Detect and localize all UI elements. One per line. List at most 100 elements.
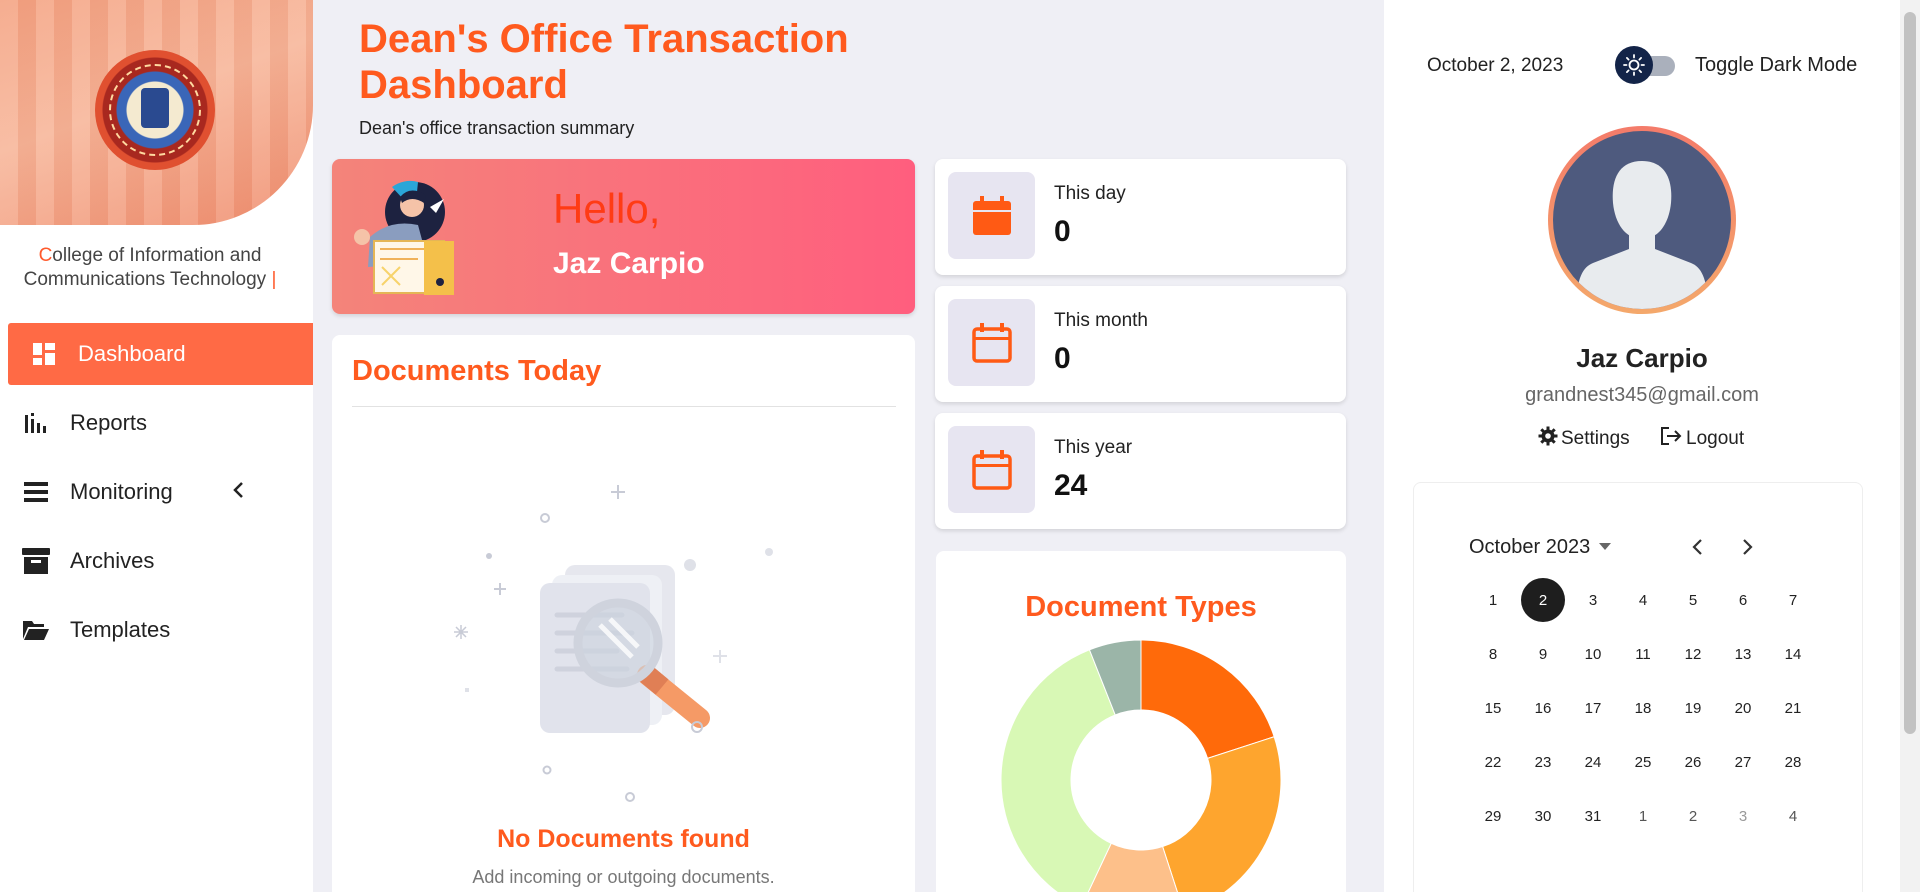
calendar-day[interactable]: 19 bbox=[1671, 686, 1715, 730]
stat-card-month: This month 0 bbox=[935, 286, 1346, 402]
greeting-card: Hello, Jaz Carpio bbox=[332, 159, 915, 314]
calendar-day[interactable]: 24 bbox=[1571, 740, 1615, 784]
calendar: October 2023 1 2 3 4 5 6 7 8 9 10 11 12 … bbox=[1413, 482, 1863, 892]
chevron-right-icon[interactable] bbox=[1735, 535, 1759, 559]
greeting-illustration bbox=[354, 180, 454, 295]
sidebar-item-label: Reports bbox=[70, 410, 148, 435]
documents-today-title: Documents Today bbox=[352, 355, 602, 387]
right-panel: October 2, 2023 Toggle Dark Mode Jaz Car… bbox=[1384, 0, 1900, 892]
logout-label: Logout bbox=[1686, 428, 1745, 449]
college-logo bbox=[95, 50, 215, 170]
sun-icon bbox=[1615, 46, 1653, 84]
calendar-day[interactable]: 12 bbox=[1671, 632, 1715, 676]
archive-icon bbox=[22, 548, 50, 574]
logout-link[interactable]: Logout bbox=[1660, 426, 1744, 452]
document-types-title: Document Types bbox=[1025, 591, 1257, 623]
sidebar-item-archives[interactable]: Archives bbox=[0, 530, 313, 592]
settings-link[interactable]: Settings bbox=[1538, 426, 1630, 452]
empty-state-subtitle: Add incoming or outgoing documents. bbox=[472, 867, 775, 887]
dashboard-icon bbox=[30, 341, 58, 367]
calendar-day[interactable]: 11 bbox=[1621, 632, 1665, 676]
calendar-icon bbox=[948, 299, 1035, 386]
calendar-day[interactable]: 10 bbox=[1571, 632, 1615, 676]
calendar-day-grid: 1 2 3 4 5 6 7 8 9 10 11 12 13 14 15 16 1… bbox=[1468, 578, 1818, 838]
donut-slice-0[interactable] bbox=[1140, 639, 1275, 759]
page-scrollbar[interactable] bbox=[1900, 0, 1920, 892]
empty-documents-illustration bbox=[454, 485, 773, 802]
calendar-day[interactable]: 6 bbox=[1721, 578, 1765, 622]
current-date: October 2, 2023 bbox=[1427, 55, 1564, 76]
settings-label: Settings bbox=[1561, 428, 1630, 449]
calendar-day-next-month[interactable]: 3 bbox=[1721, 794, 1765, 838]
stat-value: 0 bbox=[1054, 342, 1071, 375]
page-title: Dean's Office Transaction Dashboard bbox=[359, 17, 849, 107]
calendar-day-next-month[interactable]: 1 bbox=[1621, 794, 1665, 838]
calendar-day[interactable]: 25 bbox=[1621, 740, 1665, 784]
calendar-day[interactable]: 3 bbox=[1571, 578, 1615, 622]
sidebar-item-reports[interactable]: Reports bbox=[0, 392, 313, 454]
calendar-day[interactable]: 31 bbox=[1571, 794, 1615, 838]
sidebar-item-templates[interactable]: Templates bbox=[0, 599, 313, 661]
calendar-icon bbox=[948, 426, 1035, 513]
calendar-day[interactable]: 5 bbox=[1671, 578, 1715, 622]
divider bbox=[352, 406, 896, 407]
stat-label: This day bbox=[1054, 183, 1126, 204]
sidebar-item-label: Monitoring bbox=[70, 479, 173, 504]
donut-slice-1[interactable] bbox=[1162, 736, 1282, 892]
chevron-left-icon[interactable] bbox=[1686, 535, 1710, 559]
calendar-day[interactable]: 8 bbox=[1471, 632, 1515, 676]
stat-card-day: This day 0 bbox=[935, 159, 1346, 275]
calendar-day[interactable]: 28 bbox=[1771, 740, 1815, 784]
college-name-initial: C bbox=[38, 245, 53, 266]
calendar-day[interactable]: 26 bbox=[1671, 740, 1715, 784]
calendar-day[interactable]: 20 bbox=[1721, 686, 1765, 730]
sidebar-item-label: Archives bbox=[70, 548, 155, 573]
sidebar-item-monitoring[interactable]: Monitoring bbox=[0, 461, 313, 523]
calendar-month-label[interactable]: October 2023 bbox=[1469, 536, 1590, 559]
stat-value: 0 bbox=[1054, 215, 1071, 248]
donut-slice-3[interactable] bbox=[1000, 649, 1116, 892]
bar-chart-icon bbox=[22, 410, 50, 436]
calendar-day[interactable]: 7 bbox=[1771, 578, 1815, 622]
calendar-day-next-month[interactable]: 4 bbox=[1771, 794, 1815, 838]
calendar-day-selected[interactable]: 2 bbox=[1521, 578, 1565, 622]
college-name-line2: Communications Technology bbox=[23, 269, 267, 290]
calendar-day[interactable]: 14 bbox=[1771, 632, 1815, 676]
folder-open-icon bbox=[22, 617, 50, 643]
calendar-day[interactable]: 23 bbox=[1521, 740, 1565, 784]
calendar-day[interactable]: 13 bbox=[1721, 632, 1765, 676]
calendar-day[interactable]: 9 bbox=[1521, 632, 1565, 676]
calendar-day[interactable]: 30 bbox=[1521, 794, 1565, 838]
logout-icon bbox=[1660, 426, 1682, 452]
calendar-day-next-month[interactable]: 2 bbox=[1671, 794, 1715, 838]
caret-down-icon[interactable] bbox=[1599, 543, 1611, 550]
user-silhouette-icon bbox=[1575, 161, 1709, 309]
calendar-day[interactable]: 16 bbox=[1521, 686, 1565, 730]
sidebar-item-label: Templates bbox=[70, 617, 171, 642]
gear-icon bbox=[1538, 426, 1558, 452]
calendar-day[interactable]: 29 bbox=[1471, 794, 1515, 838]
calendar-day[interactable]: 27 bbox=[1721, 740, 1765, 784]
calendar-day[interactable]: 22 bbox=[1471, 740, 1515, 784]
profile-email: grandnest345@gmail.com bbox=[1525, 384, 1759, 406]
stat-label: This month bbox=[1054, 310, 1148, 331]
sidebar-item-dashboard[interactable]: Dashboard bbox=[8, 323, 313, 385]
college-banner bbox=[0, 0, 313, 225]
sidebar: College of Information and Communication… bbox=[0, 0, 313, 892]
avatar bbox=[1548, 126, 1736, 314]
scrollbar-thumb[interactable] bbox=[1904, 12, 1916, 734]
documents-today-card: Documents Today No Documents found Add i… bbox=[332, 335, 915, 892]
greeting-text: Hello, bbox=[553, 185, 661, 232]
document-types-card: Document Types bbox=[936, 551, 1346, 892]
calendar-day[interactable]: 21 bbox=[1771, 686, 1815, 730]
calendar-day[interactable]: 4 bbox=[1621, 578, 1665, 622]
calendar-day[interactable]: 15 bbox=[1471, 686, 1515, 730]
calendar-day[interactable]: 1 bbox=[1471, 578, 1515, 622]
chevron-left-icon[interactable] bbox=[232, 479, 244, 505]
page-subtitle: Dean's office transaction summary bbox=[359, 118, 635, 138]
dark-mode-toggle[interactable] bbox=[1615, 46, 1675, 84]
calendar-day[interactable]: 17 bbox=[1571, 686, 1615, 730]
document-types-donut-chart bbox=[1000, 639, 1282, 892]
calendar-day[interactable]: 18 bbox=[1621, 686, 1665, 730]
college-name-line1: ollege of Information and bbox=[52, 245, 262, 266]
